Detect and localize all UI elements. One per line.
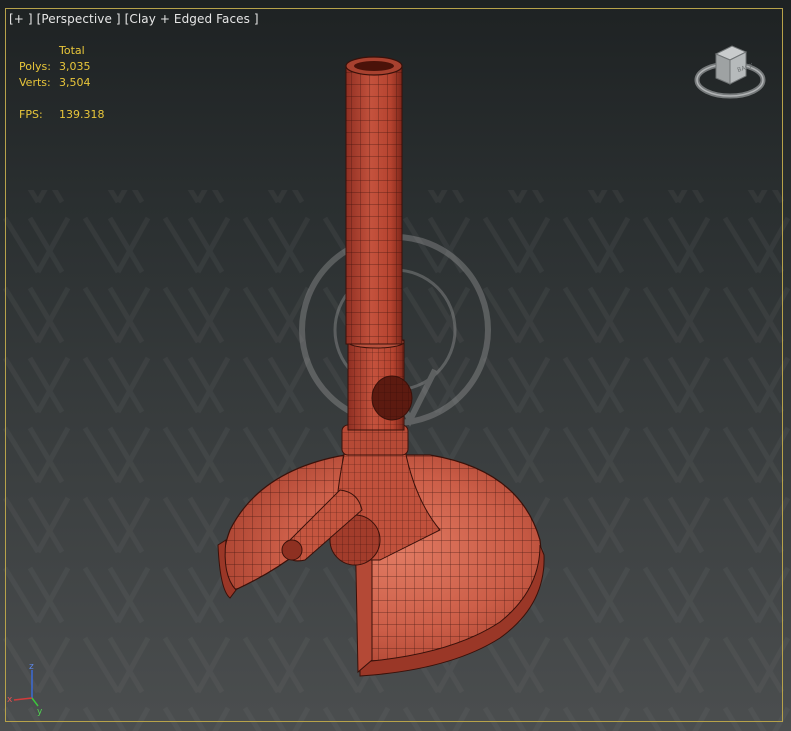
fps-label: FPS:	[19, 108, 43, 121]
verts-label: Verts:	[19, 76, 51, 89]
viewcube-icon[interactable]: BACK	[690, 40, 770, 105]
viewport-point-of-view-menu[interactable]: [Perspective ]	[37, 12, 121, 26]
axis-z-label: z	[29, 662, 34, 672]
axis-x-label: x	[7, 695, 13, 705]
bunsen-burner-model[interactable]	[0, 0, 791, 731]
viewport-general-menu[interactable]: [+ ]	[9, 12, 33, 26]
air-regulator-collar	[347, 335, 413, 431]
verts-value: 3,504	[59, 76, 91, 89]
burner-tube	[345, 56, 403, 345]
fps-value: 139.318	[59, 108, 105, 121]
viewport-shading-menu[interactable]: [Clay + Edged Faces ]	[125, 12, 259, 26]
viewport-label-menu: [+ ] [Perspective ] [Clay + Edged Faces …	[9, 12, 259, 26]
polys-value: 3,035	[59, 60, 91, 73]
stats-header: Total	[59, 44, 85, 57]
axis-tripod-icon: z x y	[7, 662, 43, 717]
axis-y-label: y	[37, 707, 43, 717]
polys-label: Polys:	[19, 60, 51, 73]
perspective-viewport[interactable]: [+ ] [Perspective ] [Clay + Edged Faces …	[0, 0, 791, 731]
